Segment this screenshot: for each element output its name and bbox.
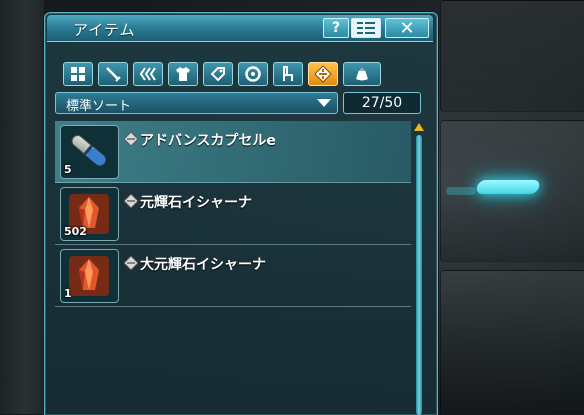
tab-furniture[interactable] [273,62,303,86]
title-bar[interactable]: アイテム ? ✕ [47,15,433,42]
item-name: 元輝石イシャーナ [140,195,252,211]
tag-icon [210,67,225,82]
tab-units[interactable] [133,62,163,86]
tab-materials[interactable] [343,62,381,86]
rarity-icon [124,194,138,208]
claw-icon [139,67,156,81]
item-thumbnail: 1 [60,249,119,303]
inventory-count: 27/50 [343,92,421,114]
tab-consumables[interactable] [308,62,338,86]
list-item[interactable]: 1 大元輝石イシャーナ [55,245,411,307]
shirt-icon [176,67,190,81]
item-thumbnail: 5 [60,125,119,179]
item-name: アドバンスカプセルe [140,133,276,149]
scrollbar[interactable] [414,123,424,415]
disc-icon [245,66,261,82]
item-quantity: 502 [64,225,87,238]
window-title: アイテム [73,21,136,39]
background-light-dim [446,187,476,195]
chair-icon [283,66,293,81]
item-name: 大元輝石イシャーナ [140,257,266,273]
diamond-arrows-icon [314,65,332,83]
tab-tickets[interactable] [203,62,233,86]
sort-dropdown[interactable]: 標準ソート [55,92,338,114]
close-button[interactable]: ✕ [385,18,429,39]
background-light [475,180,541,194]
list-item[interactable]: 5 アドバンスカプセルe [55,121,411,183]
list-item[interactable]: 502 元輝石イシャーナ [55,183,411,245]
background-wall-plate [440,0,584,112]
item-quantity: 1 [64,287,72,300]
item-thumbnail: 502 [60,187,119,241]
item-list: 5 アドバンスカプセルe 502 元輝石イシャーナ 1 大元輝石イシャーナ [55,121,411,415]
item-quantity: 5 [64,163,72,176]
background-wall-plate [440,270,584,414]
tab-all-items[interactable] [63,62,93,86]
help-button[interactable]: ? [323,18,349,38]
chevron-down-icon [317,99,331,107]
sort-label: 標準ソート [66,99,132,114]
tab-weapons[interactable] [98,62,128,86]
rarity-icon [124,256,138,270]
list-menu-icon [357,22,375,34]
tab-costumes[interactable] [168,62,198,86]
scrollbar-track[interactable] [416,135,422,415]
grid-icon [71,67,85,81]
tab-discs[interactable] [238,62,268,86]
bag-icon [356,68,368,81]
item-window: アイテム ? ✕ 標準ソート 27/50 5 アドバンスカプセルe 502 元輝… [44,12,438,415]
rarity-icon [124,132,138,146]
sword-icon [106,67,121,82]
scroll-up-arrow-icon[interactable] [414,123,424,131]
background-wall-left [0,0,44,414]
menu-button[interactable] [351,18,381,38]
